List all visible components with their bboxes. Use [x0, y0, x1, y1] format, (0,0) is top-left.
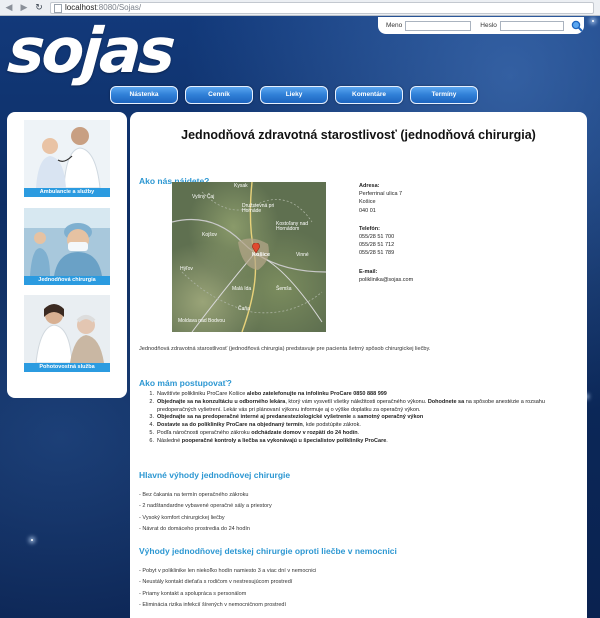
step-item: 5. Podľa náročnosti operačného zákroku od… — [149, 429, 360, 436]
address-bar[interactable]: localhost:8080/Sojas/ — [50, 2, 594, 14]
map-label: Moldava nad Bodvou — [178, 318, 225, 324]
benefits-heading: Hlavné výhody jednodňovej chirurgie — [139, 470, 291, 480]
step-item: 4. Dostavte sa do polikliniky ProCare na … — [149, 422, 361, 429]
list-item: - Priamy kontakt a spolupráca s personál… — [139, 590, 247, 597]
forward-icon[interactable]: ▶ — [19, 3, 29, 13]
sidebar-item-label: Ambulancie a služby — [24, 188, 110, 197]
child-benefits-heading: Výhody jednodňovej detskej chirurgie opr… — [139, 546, 397, 556]
map-label: Vinné — [296, 252, 309, 258]
step-text: , ktorý vám vysvetlí všetky náležitosti … — [285, 398, 428, 405]
step-item: 1. Navštívte polikliniku ProCare Košice a… — [149, 391, 387, 397]
step-text-bold: Dohodnete sa — [427, 398, 465, 405]
step-text: , kde podstúpite zákrok. — [302, 422, 361, 429]
map-label: Kostoľany nad Hornádom — [276, 221, 309, 232]
page-icon — [54, 4, 62, 13]
reload-icon[interactable]: ↻ — [34, 3, 44, 13]
name-input[interactable] — [405, 20, 472, 31]
child-benefits-list: - Pobyt v poliklinike len niekoľko hodín… — [139, 566, 316, 611]
email-label: E-mail: — [359, 268, 378, 275]
phone-line: 055/28 51 712 — [359, 242, 395, 249]
site-logo[interactable]: sojas — [5, 16, 175, 87]
step-text-bold: alebo zatelefonujte na infolinku ProCare… — [246, 391, 387, 397]
back-icon[interactable]: ◀ — [4, 3, 14, 13]
step-text-bold: Dostavte sa do polikliniky ProCare na ob… — [157, 422, 303, 429]
address-line: Košice — [359, 199, 376, 206]
main-content: Jednodňová zdravotná starostlivosť (jedn… — [130, 112, 587, 618]
step-item: 3. Objednajte sa na predoperačné interné … — [149, 414, 424, 421]
surgeon-photo — [24, 208, 110, 276]
map-label: Kysak — [234, 183, 248, 189]
sparkle-decoration — [31, 539, 33, 541]
step-text-bold: Objednajte sa na konzultáciu u odborného… — [157, 398, 286, 405]
list-item: - Pobyt v poliklinike len niekoľko hodín… — [139, 568, 317, 574]
map-label: Malá Ida — [232, 286, 252, 292]
list-item: - Bez čakania na termín operačného zákro… — [139, 492, 249, 498]
email-link[interactable]: poliklinika@sojas.com — [359, 276, 413, 284]
password-label: Heslo — [480, 22, 497, 29]
map-label: Šemša — [276, 286, 292, 292]
sidebar-item-pohotovost[interactable]: Pohotovostná služba — [24, 295, 110, 372]
benefits-list: - Bez čakania na termín operačného zákro… — [139, 490, 272, 535]
list-item: - Návrat do domáceho prostredia do 24 ho… — [139, 525, 250, 532]
address-line: 040 01 — [359, 207, 376, 214]
login-form: Meno Heslo — [378, 17, 584, 34]
list-item: - 2 nadštandardne vybavené operačné sály… — [139, 503, 272, 510]
step-text: . — [386, 437, 388, 444]
sidebar-item-ambulancie[interactable]: Ambulancie a služby — [24, 120, 110, 197]
main-nav: Nástenka Cenník Lieky Komentáre Termíny — [110, 86, 478, 104]
step-text-bold: samotný operačný výkon — [357, 414, 424, 421]
ambulance-photo — [24, 120, 110, 188]
search-icon[interactable] — [571, 20, 583, 32]
phone-label: Telefón: — [359, 225, 380, 232]
step-text: Následné — [157, 437, 182, 444]
nav-terminy-button[interactable]: Termíny — [410, 86, 478, 104]
step-item: 6. Následné pooperačné kontroly a liečba … — [149, 437, 388, 444]
list-item: - Neustály kontakt dieťaťa s rodičom v n… — [139, 579, 293, 586]
step-item: 2. Objednajte sa na konzultáciu u odborné… — [149, 398, 545, 413]
nav-cennik-button[interactable]: Cenník — [185, 86, 253, 104]
location-map[interactable]: Kysak Vyšný Čaj Družstevná pri Hornáde K… — [172, 182, 326, 332]
sidebar-item-label: Jednodňová chirurgia — [24, 276, 110, 285]
nav-nastenka-button[interactable]: Nástenka — [110, 86, 178, 104]
name-label: Meno — [386, 22, 403, 29]
nav-lieky-button[interactable]: Lieky — [260, 86, 328, 104]
step-text: . — [357, 429, 360, 436]
map-label: Hýľov — [180, 266, 193, 272]
address-line: Perferrinaí ulica 7 — [359, 191, 403, 198]
sidebar-item-chirurgia[interactable]: Jednodňová chirurgia — [24, 208, 110, 285]
url-path: :8080/Sojas/ — [96, 3, 142, 12]
map-label: Kojšov — [202, 232, 218, 238]
sparkle-decoration — [592, 20, 594, 22]
browser-toolbar: ◀ ▶ ↻ ⌂ localhost:8080/Sojas/ — [0, 0, 600, 16]
phone-line: 055/28 51 789 — [359, 250, 395, 257]
address-label: Adresa: — [359, 183, 380, 189]
map-pin-icon[interactable] — [252, 240, 260, 254]
map-label: Družstevná pri Hornáde — [242, 203, 275, 214]
step-text-bold: Objednajte sa na predoperačné interné aj… — [157, 414, 352, 421]
page: sojas Meno Heslo Nástenka Cenník Lieky K… — [0, 16, 600, 618]
nav-komentare-button[interactable]: Komentáre — [335, 86, 403, 104]
contact-info: Adresa: Perferrinaí ulica 7 Košice 040 0… — [359, 182, 413, 284]
how-to-heading: Ako mám postupovať? — [139, 378, 232, 388]
steps-list: 1. Navštívte polikliniku ProCare Košice a… — [147, 391, 577, 446]
step-text: Navštívte polikliniku ProCare Košice — [157, 391, 247, 397]
step-text: Podľa náročnosti operačného zákroku — [157, 429, 252, 436]
list-item: - Vysoký komfort chirurgickej liečby — [139, 514, 225, 521]
map-label: Čaňa — [238, 306, 250, 312]
intro-text: Jednodňová zdravotná starostlivosť (jedn… — [139, 346, 431, 352]
page-title: Jednodňová zdravotná starostlivosť (jedn… — [181, 128, 536, 142]
list-item: - Eliminácia rizika infekcií šírených v … — [139, 601, 287, 608]
map-label: Vyšný Čaj — [192, 194, 215, 200]
sidebar: Ambulancie a služby Jednodňová chirurgia — [7, 112, 127, 398]
phone-line: 055/28 51 700 — [359, 234, 395, 241]
nurse-photo — [24, 295, 110, 363]
password-input[interactable] — [499, 20, 564, 31]
step-text-bold: pooperačné kontroly a liečba sa vykonáva… — [181, 437, 387, 444]
url-host: localhost — [65, 3, 97, 12]
step-text-bold: odchádzate domov v rozpätí do 24 hodín — [251, 429, 358, 436]
sidebar-item-label: Pohotovostná služba — [24, 363, 110, 372]
